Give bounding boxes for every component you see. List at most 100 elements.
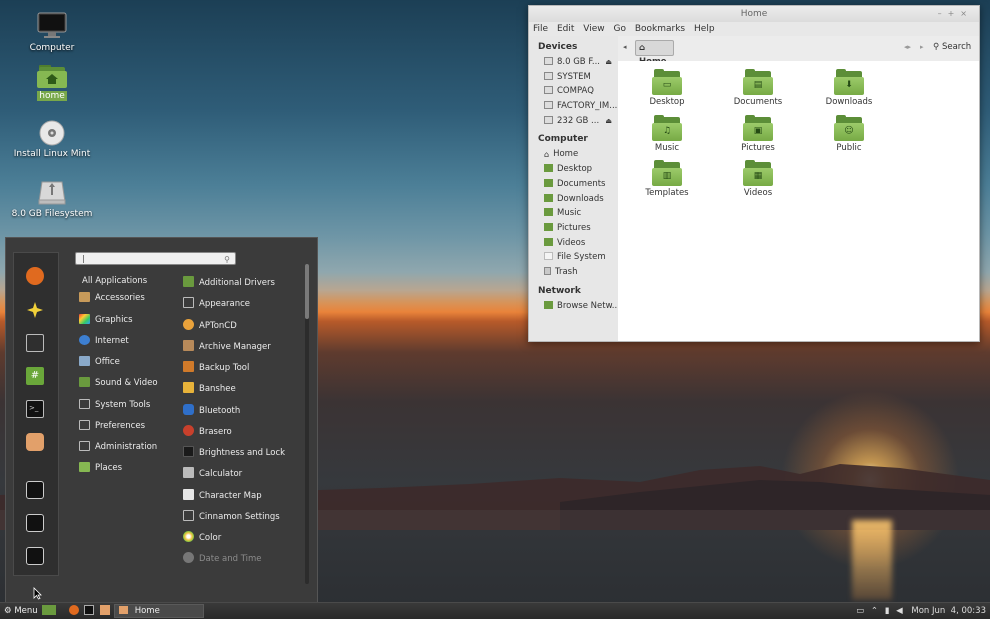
application-menu[interactable]: # >_ | ⚲ All Applications Accessories Gr… <box>5 237 318 603</box>
bottom-panel: ⚙ Menu Home ▭ ⌃ ▮ ◀ Mon Jun 4, 00:33 <box>0 602 990 619</box>
app-brasero[interactable]: Brasero <box>183 424 232 440</box>
sidebar-item-device[interactable]: SYSTEM <box>529 70 618 85</box>
category-accessories[interactable]: Accessories <box>79 290 145 306</box>
menu-help[interactable]: Help <box>694 24 715 34</box>
sidebar-item-pictures[interactable]: Pictures <box>529 221 618 236</box>
folder-desktop[interactable]: ▭ Desktop <box>637 69 697 107</box>
folder-videos[interactable]: ▦ Videos <box>728 160 788 198</box>
eject-icon[interactable]: ⏏ <box>605 114 612 129</box>
show-desktop-icon[interactable] <box>42 605 56 615</box>
power-icon[interactable]: ▮ <box>885 606 890 616</box>
category-all-applications[interactable]: All Applications <box>79 273 147 289</box>
app-cinnamon-settings[interactable]: Cinnamon Settings <box>183 509 280 525</box>
sidebar-item-device[interactable]: 8.0 GB F... ⏏ <box>529 55 618 70</box>
sidebar-item-browse-network[interactable]: Browse Netw... <box>529 299 620 314</box>
shutdown-icon[interactable] <box>26 547 44 565</box>
menu-bookmarks[interactable]: Bookmarks <box>635 24 685 34</box>
category-preferences[interactable]: Preferences <box>79 418 145 434</box>
desktop-icon-label: home <box>37 91 67 101</box>
sidebar-item-trash[interactable]: Trash <box>529 265 618 280</box>
app-backup-tool[interactable]: Backup Tool <box>183 360 249 376</box>
category-system-tools[interactable]: System Tools <box>79 397 150 413</box>
desktop-icon-home[interactable]: home <box>7 64 97 101</box>
sidebar-item-downloads[interactable]: Downloads <box>529 192 618 207</box>
menu-view[interactable]: View <box>583 24 604 34</box>
sidebar-item-file-system[interactable]: File System <box>529 250 618 265</box>
volume-icon[interactable]: ◀ <box>896 606 903 616</box>
taskbar-item-home[interactable]: Home <box>114 604 204 618</box>
folder-pictures[interactable]: ▣ Pictures <box>728 115 788 153</box>
category-administration[interactable]: Administration <box>79 439 157 455</box>
folder-view[interactable]: ▭ Desktop ▤ Documents ⬇ Downloads ♫ Musi… <box>618 61 979 341</box>
terminal-icon[interactable]: >_ <box>26 400 44 418</box>
star-icon[interactable] <box>26 301 44 319</box>
file-roller-icon[interactable] <box>100 605 111 615</box>
location-button-home[interactable]: ⌂ Home <box>635 40 674 67</box>
sidebar-item-music[interactable]: Music <box>529 206 618 221</box>
app-calculator[interactable]: Calculator <box>183 466 242 482</box>
file-roller-icon[interactable] <box>26 433 44 451</box>
category-internet[interactable]: Internet <box>79 333 129 349</box>
app-additional-drivers[interactable]: Additional Drivers <box>183 275 275 291</box>
sidebar-item-device[interactable]: 232 GB ... ⏏ <box>529 114 618 129</box>
sidebar-item-device[interactable]: FACTORY_IM... <box>529 99 618 114</box>
app-aptoncd[interactable]: APTonCD <box>183 318 237 334</box>
category-sound-video[interactable]: Sound & Video <box>79 375 158 391</box>
folder-public[interactable]: ☺ Public <box>819 115 879 153</box>
preferences-icon <box>79 420 90 430</box>
app-bluetooth[interactable]: Bluetooth <box>183 403 240 419</box>
desktop-icon-computer[interactable]: Computer <box>7 12 97 53</box>
sidebar-item-device[interactable]: COMPAQ <box>529 84 618 99</box>
close-icon[interactable]: × <box>960 9 973 18</box>
sun-reflection <box>852 520 892 600</box>
app-appearance[interactable]: Appearance <box>183 296 250 312</box>
lock-screen-icon[interactable] <box>26 481 44 499</box>
firefox-icon[interactable] <box>26 267 44 285</box>
scrollbar-thumb[interactable] <box>305 264 309 319</box>
hash-app-icon[interactable]: # <box>26 367 44 385</box>
sidebar-item-home[interactable]: ⌂ Home <box>529 147 618 162</box>
app-date-and-time[interactable]: Date and Time <box>183 551 262 567</box>
next-icon[interactable]: ▸ <box>920 43 924 51</box>
menu-scrollbar[interactable] <box>305 264 309 584</box>
folder-downloads[interactable]: ⬇ Downloads <box>819 69 879 107</box>
search-button[interactable]: ⚲ Search <box>933 42 971 52</box>
file-manager-window[interactable]: Home –+× File Edit View Go Bookmarks Hel… <box>528 5 980 342</box>
menu-go[interactable]: Go <box>613 24 625 34</box>
folder-music[interactable]: ♫ Music <box>637 115 697 153</box>
firefox-icon[interactable] <box>68 605 79 615</box>
network-icon[interactable]: ▭ <box>856 606 864 616</box>
category-places[interactable]: Places <box>79 460 122 476</box>
settings-icon[interactable] <box>26 334 44 352</box>
menu-search-input[interactable]: | ⚲ <box>75 252 236 265</box>
menu-file[interactable]: File <box>533 24 548 34</box>
app-character-map[interactable]: Character Map <box>183 488 262 504</box>
sidebar-item-documents[interactable]: Documents <box>529 177 618 192</box>
app-brightness-and-lock[interactable]: Brightness and Lock <box>183 445 285 461</box>
minimize-icon[interactable]: – <box>938 9 948 18</box>
app-banshee[interactable]: Banshee <box>183 381 236 397</box>
sidebar-item-desktop[interactable]: Desktop <box>529 162 618 177</box>
app-archive-manager[interactable]: Archive Manager <box>183 339 271 355</box>
app-color[interactable]: Color <box>183 530 221 546</box>
logout-icon[interactable] <box>26 514 44 532</box>
menu-button[interactable]: ⚙ Menu <box>4 605 38 617</box>
eject-icon[interactable]: ⏏ <box>605 55 612 70</box>
sidebar-item-videos[interactable]: Videos <box>529 236 618 251</box>
menu-edit[interactable]: Edit <box>557 24 574 34</box>
window-titlebar[interactable]: Home –+× <box>529 6 979 22</box>
previous-icon[interactable]: ◂▸ <box>904 43 911 51</box>
clock[interactable]: Mon Jun 4, 00:33 <box>911 606 986 616</box>
maximize-icon[interactable]: + <box>948 9 961 18</box>
back-arrow-icon[interactable]: ◂ <box>623 43 627 51</box>
desktop-icon-install-linux-mint[interactable]: Install Linux Mint <box>7 120 97 159</box>
folder-documents[interactable]: ▤ Documents <box>728 69 788 107</box>
folder-templates[interactable]: ▥ Templates <box>637 160 697 198</box>
drive-icon <box>544 115 553 124</box>
sidebar-header-computer: Computer <box>538 134 588 145</box>
category-office[interactable]: Office <box>79 354 120 370</box>
terminal-icon[interactable] <box>84 605 95 615</box>
category-graphics[interactable]: Graphics <box>79 312 133 328</box>
desktop-icon-filesystem[interactable]: 8.0 GB Filesystem <box>7 180 97 219</box>
chevron-up-icon[interactable]: ⌃ <box>871 606 878 616</box>
